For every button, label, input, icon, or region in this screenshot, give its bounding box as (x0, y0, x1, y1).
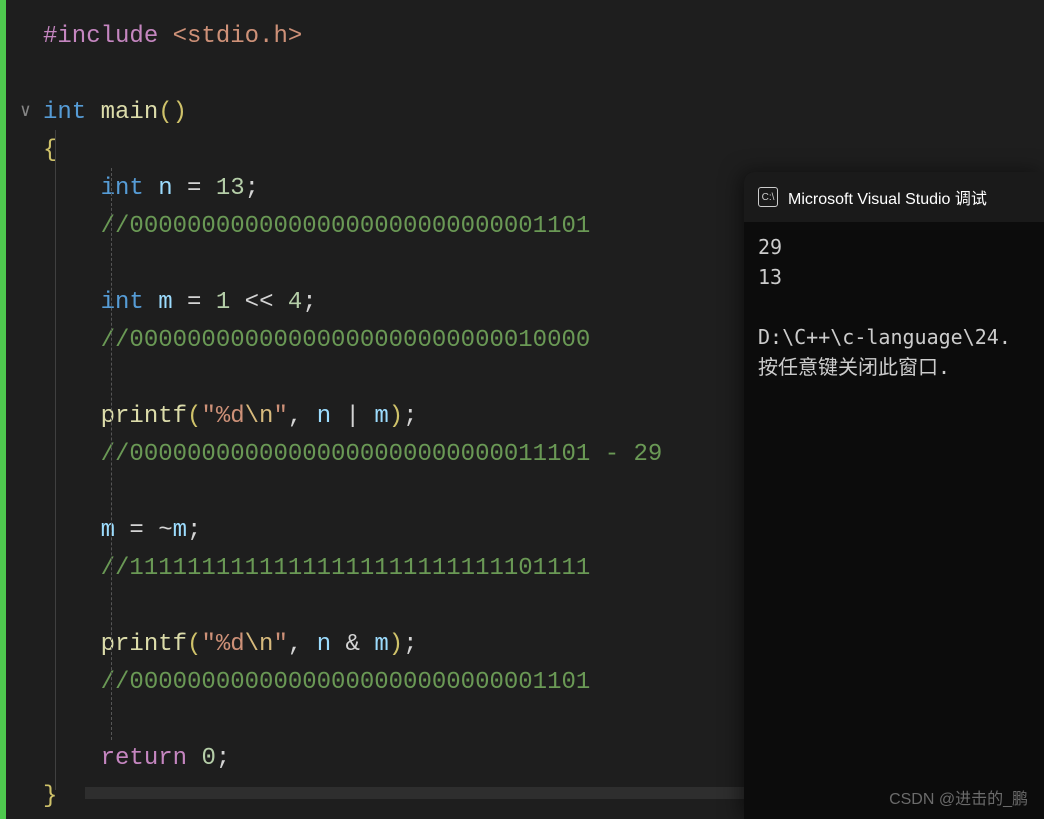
console-titlebar[interactable]: C:\ Microsoft Visual Studio 调试 (744, 172, 1044, 222)
console-output: 29 (758, 232, 1030, 262)
code-line (41, 56, 1044, 94)
code-line: int main() (41, 94, 1044, 132)
console-body: 29 13 D:\C++\c-language\24. 按任意键关闭此窗口. (744, 222, 1044, 392)
console-title: Microsoft Visual Studio 调试 (788, 185, 987, 209)
fold-chevron-icon[interactable]: ∨ (20, 100, 31, 122)
console-output: 13 (758, 262, 1030, 292)
indent-guide (55, 130, 56, 790)
code-line: #include <stdio.h> (41, 18, 1044, 56)
code-line: { (41, 132, 1044, 170)
indent-guide-dashed (111, 168, 112, 740)
watermark: CSDN @进击的_鹏 (889, 785, 1028, 809)
console-output (758, 292, 1030, 322)
cmd-icon: C:\ (758, 187, 778, 207)
console-prompt: 按任意键关闭此窗口. (758, 352, 1030, 382)
console-window[interactable]: C:\ Microsoft Visual Studio 调试 29 13 D:\… (744, 172, 1044, 819)
editor-gutter: ∨ (6, 0, 41, 819)
console-path: D:\C++\c-language\24. (758, 322, 1030, 352)
